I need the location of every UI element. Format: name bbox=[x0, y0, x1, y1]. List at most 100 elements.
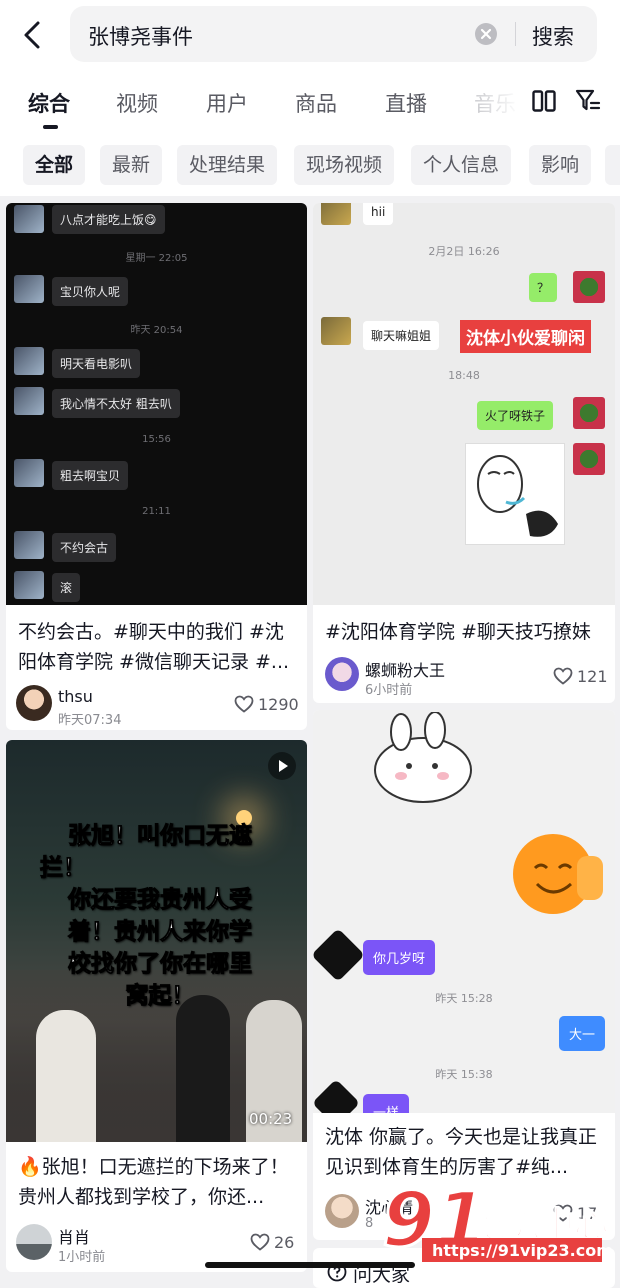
card-title[interactable]: #沈阳体育学院 #聊天技巧撩妹 bbox=[325, 617, 605, 647]
overlay-line: 你还要我贵州人受 bbox=[68, 887, 253, 914]
tab-goods[interactable]: 商品 bbox=[295, 88, 337, 118]
censored-avatar bbox=[313, 928, 365, 982]
video-caption-overlay: 张旭！叫你口无遮 拦！ 你还要我贵州人受 着！贵州人来你学 校找你了你在哪里 窝… bbox=[40, 820, 280, 1012]
chat-avatar bbox=[14, 347, 44, 375]
overlay-line: 校找你了你在哪里 bbox=[68, 951, 253, 978]
card-title[interactable]: 不约会古。#聊天中的我们 #沈阳体育学院 #微信聊天记录 #... bbox=[18, 617, 297, 677]
tab-user[interactable]: 用户 bbox=[206, 88, 248, 118]
result-card-1[interactable]: 八点才能吃上饭😋 星期一 22:05 宝贝你人呢 昨天 20:54 明天看电影叭… bbox=[6, 203, 307, 730]
tab-comprehensive[interactable]: 综合 bbox=[28, 88, 70, 118]
card-title[interactable]: 沈体 你赢了。今天也是让我真正见识到体育生的厉害了#纯... bbox=[325, 1122, 605, 1182]
overlay-line: 张旭！叫你口无遮 bbox=[68, 823, 253, 850]
back-arrow-icon[interactable] bbox=[18, 18, 48, 52]
card-thumbnail: 你几岁呀 昨天 15:28 大一 昨天 15:38 一样 bbox=[313, 710, 615, 1113]
svg-text:https://91vip23.com: https://91vip23.com bbox=[432, 1241, 613, 1260]
chat-avatar bbox=[321, 203, 351, 225]
result-card-4[interactable]: 你几岁呀 昨天 15:28 大一 昨天 15:38 一样 沈体 你赢了。今天也是… bbox=[313, 710, 615, 1240]
chat-message: 大一 bbox=[559, 1016, 606, 1051]
heart-icon[interactable] bbox=[553, 667, 573, 685]
like-count: 121 bbox=[577, 667, 608, 686]
chat-timestamp: 21:11 bbox=[142, 506, 171, 517]
chat-avatar bbox=[14, 205, 44, 233]
overlay-line: 窝起！ bbox=[125, 983, 195, 1010]
search-input[interactable]: 张博尧事件 搜索 bbox=[70, 6, 597, 62]
result-card-2[interactable]: hii 2月2日 16:26 ？ 聊天嘛姐姐 沈体小伙爱聊闲 18:48 火了呀… bbox=[313, 203, 615, 703]
chat-message: 火了呀铁子 bbox=[477, 401, 554, 430]
chat-avatar bbox=[573, 271, 605, 303]
chat-avatar bbox=[14, 387, 44, 415]
author-avatar[interactable] bbox=[325, 1194, 359, 1228]
chip-scene-video[interactable]: 现场视频 bbox=[294, 145, 395, 185]
tab-live[interactable]: 直播 bbox=[385, 88, 427, 118]
chat-message: 滚 bbox=[52, 573, 81, 602]
chip-latest[interactable]: 最新 bbox=[100, 145, 163, 185]
play-icon[interactable] bbox=[268, 752, 296, 780]
chat-avatar bbox=[14, 459, 44, 487]
video-duration: 00:23 bbox=[249, 1110, 293, 1128]
watermark-graphic: 91 吃瓜中心 https://91vip23.com bbox=[381, 1174, 613, 1266]
chat-message: 一样 bbox=[363, 1094, 410, 1113]
card-title[interactable]: 🔥张旭！口无遮拦的下场来了！贵州人都找到学校了，你还... bbox=[18, 1152, 297, 1212]
result-card-3[interactable]: 张旭！叫你口无遮 拦！ 你还要我贵州人受 着！贵州人来你学 校找你了你在哪里 窝… bbox=[6, 740, 307, 1272]
chat-avatar bbox=[14, 571, 44, 599]
post-time: 昨天07:34 bbox=[58, 713, 122, 728]
chat-avatar bbox=[573, 443, 605, 475]
chat-message: 聊天嘛姐姐 bbox=[363, 321, 440, 350]
author-name[interactable]: 螺蛳粉大王 bbox=[365, 657, 445, 681]
chat-message: 粗去啊宝贝 bbox=[52, 461, 129, 490]
chip-impact[interactable]: 影响 bbox=[529, 145, 592, 185]
category-tabs: 综合 视频 用户 商品 直播 音乐 bbox=[0, 70, 620, 136]
post-time: 8 bbox=[365, 1216, 374, 1231]
author-avatar[interactable] bbox=[325, 657, 359, 691]
filter-icon[interactable] bbox=[575, 89, 601, 113]
home-indicator bbox=[205, 1262, 415, 1268]
chat-message: 宝贝你人呢 bbox=[52, 277, 129, 306]
chat-message: hii bbox=[363, 203, 394, 225]
chat-avatar bbox=[14, 531, 44, 559]
chat-message: 不约会古 bbox=[52, 533, 117, 562]
video-thumbnail[interactable]: 张旭！叫你口无遮 拦！ 你还要我贵州人受 着！贵州人来你学 校找你了你在哪里 窝… bbox=[6, 740, 307, 1142]
crowd-person bbox=[176, 995, 230, 1142]
layout-toggle-icon[interactable] bbox=[532, 90, 556, 112]
chip-personal-info[interactable]: 个人信息 bbox=[411, 145, 512, 185]
card-thumbnail: 八点才能吃上饭😋 星期一 22:05 宝贝你人呢 昨天 20:54 明天看电影叭… bbox=[6, 203, 307, 605]
chat-timestamp: 昨天 15:28 bbox=[435, 992, 493, 1005]
author-name[interactable]: thsu bbox=[58, 687, 93, 706]
overlay-line: 拦！ bbox=[40, 855, 87, 882]
active-tab-indicator bbox=[43, 125, 58, 129]
chat-avatar bbox=[321, 317, 351, 345]
author-avatar[interactable] bbox=[16, 1224, 52, 1260]
search-header: 张博尧事件 搜索 bbox=[0, 0, 620, 70]
tab-fade bbox=[460, 70, 520, 136]
heart-icon[interactable] bbox=[250, 1233, 270, 1251]
author-name[interactable]: 肖肖 bbox=[58, 1224, 90, 1248]
search-button[interactable]: 搜索 bbox=[532, 21, 574, 51]
filter-chips: 全部 最新 处理结果 现场视频 个人信息 影响 bbox=[0, 136, 620, 196]
smile-emoji-sticker bbox=[513, 834, 603, 914]
chat-message: ？ bbox=[529, 273, 558, 302]
like-count: 1290 bbox=[258, 695, 299, 714]
clear-icon[interactable] bbox=[475, 23, 497, 45]
chip-result[interactable]: 处理结果 bbox=[177, 145, 278, 185]
chat-avatar bbox=[14, 275, 44, 303]
watermark-logo: 91 吃瓜中心 https://91vip23.com bbox=[380, 1174, 620, 1272]
heart-icon[interactable] bbox=[234, 695, 254, 713]
post-time: 6小时前 bbox=[365, 683, 413, 698]
chat-timestamp: 2月2日 16:26 bbox=[428, 245, 500, 258]
chip-more[interactable] bbox=[605, 145, 620, 185]
tab-video[interactable]: 视频 bbox=[116, 88, 158, 118]
chat-message: 你几岁呀 bbox=[363, 940, 436, 975]
chat-message: 明天看电影叭 bbox=[52, 349, 141, 378]
author-avatar[interactable] bbox=[16, 685, 52, 721]
chat-avatar bbox=[573, 397, 605, 429]
crowd-person bbox=[36, 1010, 96, 1142]
overlay-line: 着！贵州人来你学 bbox=[68, 919, 253, 946]
chip-all[interactable]: 全部 bbox=[23, 145, 86, 185]
bunny-sticker bbox=[374, 712, 472, 803]
chat-message: 八点才能吃上饭😋 bbox=[52, 205, 165, 234]
divider bbox=[515, 22, 516, 46]
chat-timestamp: 昨天 15:38 bbox=[435, 1068, 493, 1081]
caption-banner: 沈体小伙爱聊闲 bbox=[460, 320, 591, 353]
chat-timestamp: 星期一 22:05 bbox=[125, 253, 188, 264]
card-thumbnail: hii 2月2日 16:26 ？ 聊天嘛姐姐 沈体小伙爱聊闲 18:48 火了呀… bbox=[313, 203, 615, 605]
